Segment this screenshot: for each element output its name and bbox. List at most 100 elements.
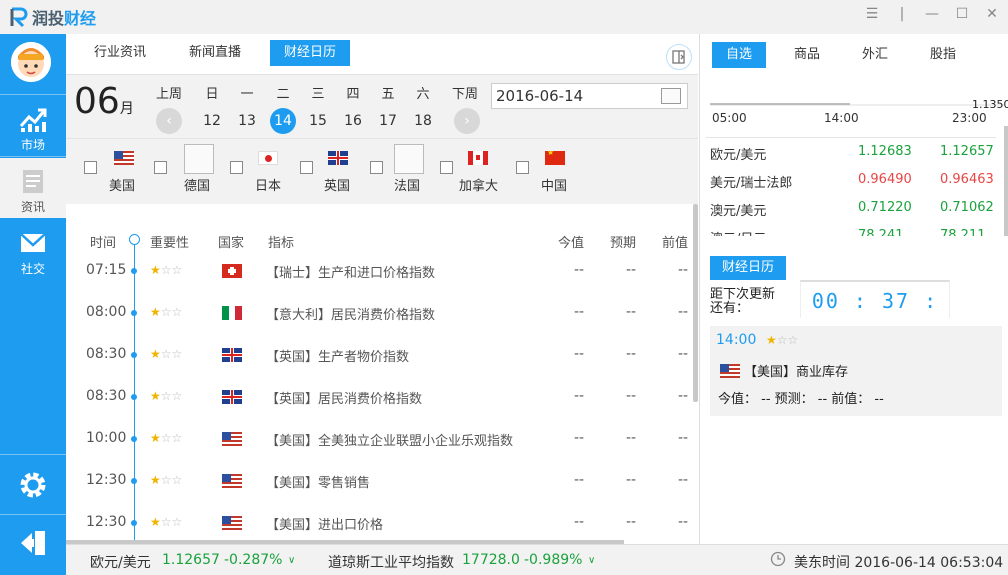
- quote-row[interactable]: 澳元/美元 0.71220 0.71062: [710, 200, 1000, 222]
- table-row[interactable]: 08:00 ★☆☆ 【意大利】居民消费价格指数 -- -- --: [66, 304, 692, 346]
- checkbox[interactable]: [84, 161, 97, 174]
- date-picker-field[interactable]: [491, 83, 688, 109]
- mail-icon: [20, 233, 46, 252]
- checkbox[interactable]: [516, 161, 529, 174]
- tab-commodities[interactable]: 商品: [780, 42, 834, 68]
- date-cell[interactable]: 16: [340, 108, 366, 134]
- avatar-face-icon: [11, 42, 51, 82]
- date-cell-selected[interactable]: 14: [270, 108, 296, 134]
- table-row[interactable]: 08:30 ★☆☆ 【英国】生产者物价指数 -- -- --: [66, 346, 692, 388]
- logout-button[interactable]: [0, 516, 66, 572]
- next-week-button[interactable]: ›: [454, 108, 480, 134]
- table-row[interactable]: 12:30 ★☆☆ 【美国】零售销售 -- -- --: [66, 472, 692, 514]
- date-cell[interactable]: 15: [305, 108, 331, 134]
- table-row[interactable]: 08:30 ★☆☆ 【英国】居民消费价格指数 -- -- --: [66, 388, 692, 430]
- flag-ca-icon: [468, 151, 488, 165]
- date-cell[interactable]: 12: [199, 108, 225, 134]
- event-forecast: --: [626, 388, 637, 404]
- tab-indices[interactable]: 股指: [916, 42, 970, 68]
- exit-arrow-icon: [21, 531, 45, 555]
- calendar-icon[interactable]: [661, 88, 681, 104]
- next-event-card[interactable]: 14:00 ★☆☆ 【美国】商业库存 今值： -- 预测： -- 前值： --: [710, 326, 1002, 416]
- minimize-icon[interactable]: —: [924, 6, 940, 22]
- country-label: 法国: [394, 179, 421, 194]
- checkbox[interactable]: [154, 161, 167, 174]
- table-row[interactable]: 07:15 ★☆☆ 【瑞士】生产和进口价格指数 -- -- --: [66, 262, 692, 304]
- event-actual: --: [574, 430, 585, 446]
- document-icon: [23, 170, 43, 193]
- country-filter-cn[interactable]: 中国: [516, 147, 606, 197]
- event-indicator: 【英国】生产者物价指数: [266, 350, 410, 365]
- timeline-start-circle: [129, 234, 140, 245]
- event-time: 12:30: [86, 514, 127, 530]
- current-month-display: 06月: [74, 81, 134, 122]
- importance-stars-icon: ★☆☆: [150, 263, 183, 277]
- quote-row[interactable]: 欧元/美元 1.12683 1.12657: [710, 144, 1000, 166]
- quote-row[interactable]: 澳元/日元 78.241 78.211: [710, 228, 1000, 236]
- country-label: 英国: [324, 179, 351, 194]
- quote-list-scrollbar[interactable]: [1004, 126, 1008, 236]
- menu-icon[interactable]: ☰: [864, 6, 880, 22]
- chevron-down-icon[interactable]: ∨: [288, 555, 295, 566]
- clock-icon: [770, 551, 786, 571]
- chevron-right-icon: ›: [464, 113, 470, 129]
- timeline-dot: [131, 436, 137, 442]
- collapse-panel-button[interactable]: [666, 44, 692, 70]
- financial-calendar-button[interactable]: 财经日历: [710, 256, 787, 280]
- settings-button[interactable]: [0, 460, 66, 514]
- flag-us-icon: [720, 364, 740, 378]
- us-eastern-time: 美东时间 2016-06-14 06:53:04: [794, 555, 1004, 571]
- table-row[interactable]: 10:00 ★☆☆ 【美国】全美独立企业联盟小企业乐观指数 -- -- --: [66, 430, 692, 472]
- country-label: 日本: [255, 179, 282, 194]
- prev-week-button[interactable]: ‹: [156, 108, 182, 134]
- event-time: 08:30: [86, 388, 127, 404]
- checkbox[interactable]: [370, 161, 383, 174]
- sidebar-item-market[interactable]: 市场: [0, 96, 66, 156]
- next-event-values: 今值： -- 预测： -- 前值： --: [718, 392, 884, 407]
- tab-financial-calendar[interactable]: 财经日历: [270, 40, 351, 66]
- weekday-label: 四: [346, 87, 360, 102]
- avatar[interactable]: [11, 42, 51, 82]
- event-previous: --: [678, 430, 689, 446]
- quote-row[interactable]: 美元/瑞士法郎 0.96490 0.96463: [710, 172, 1000, 194]
- tab-watchlist[interactable]: 自选: [712, 42, 767, 68]
- app-title-part1: 润投: [32, 9, 65, 28]
- event-forecast: --: [626, 472, 637, 488]
- checkbox[interactable]: [440, 161, 453, 174]
- tab-industry-news[interactable]: 行业资讯: [80, 40, 160, 66]
- flag-jp-icon: [258, 151, 278, 165]
- event-actual: --: [574, 304, 585, 320]
- timeline-dot: [131, 310, 137, 316]
- countdown-label: 距下次更新还有：: [710, 287, 776, 316]
- vertical-scrollbar[interactable]: [693, 204, 698, 402]
- close-icon[interactable]: ✕: [984, 6, 1000, 22]
- weekday-label: 五: [381, 87, 395, 102]
- timeline-dot: [131, 268, 137, 274]
- checkbox[interactable]: [230, 161, 243, 174]
- checkbox[interactable]: [300, 161, 313, 174]
- date-cell[interactable]: 18: [410, 108, 436, 134]
- country-label: 加拿大: [459, 179, 499, 194]
- maximize-icon[interactable]: ☐: [954, 6, 970, 22]
- chart-tick: 05:00: [712, 111, 747, 125]
- sidebar-item-social[interactable]: 社交: [0, 220, 66, 280]
- date-cell[interactable]: 17: [375, 108, 401, 134]
- tab-forex[interactable]: 外汇: [848, 42, 902, 68]
- event-previous: --: [678, 262, 689, 278]
- date-cell[interactable]: 13: [234, 108, 260, 134]
- quote-price-ask: 78.211: [940, 228, 986, 236]
- flag-gb-icon: [222, 348, 242, 362]
- importance-stars-icon: ★☆☆: [150, 515, 183, 529]
- flag-ch-icon: [222, 264, 242, 278]
- chevron-down-icon[interactable]: ∨: [588, 555, 595, 566]
- event-indicator: 【美国】全美独立企业联盟小企业乐观指数: [266, 434, 514, 449]
- event-actual: --: [574, 346, 585, 362]
- date-input[interactable]: [492, 84, 652, 108]
- quote-price-bid: 78.241: [858, 228, 904, 236]
- tab-news-live[interactable]: 新闻直播: [175, 40, 255, 66]
- timeline-dot: [131, 478, 137, 484]
- date-selector-bar: 06月 上周 日 一 二 三 四 五 六 下周 ‹ 12 13 14 15 16…: [66, 74, 698, 138]
- sidebar-item-news[interactable]: 资讯: [0, 158, 66, 218]
- app-title-part2: 财经: [64, 9, 97, 28]
- event-actual: --: [574, 388, 585, 404]
